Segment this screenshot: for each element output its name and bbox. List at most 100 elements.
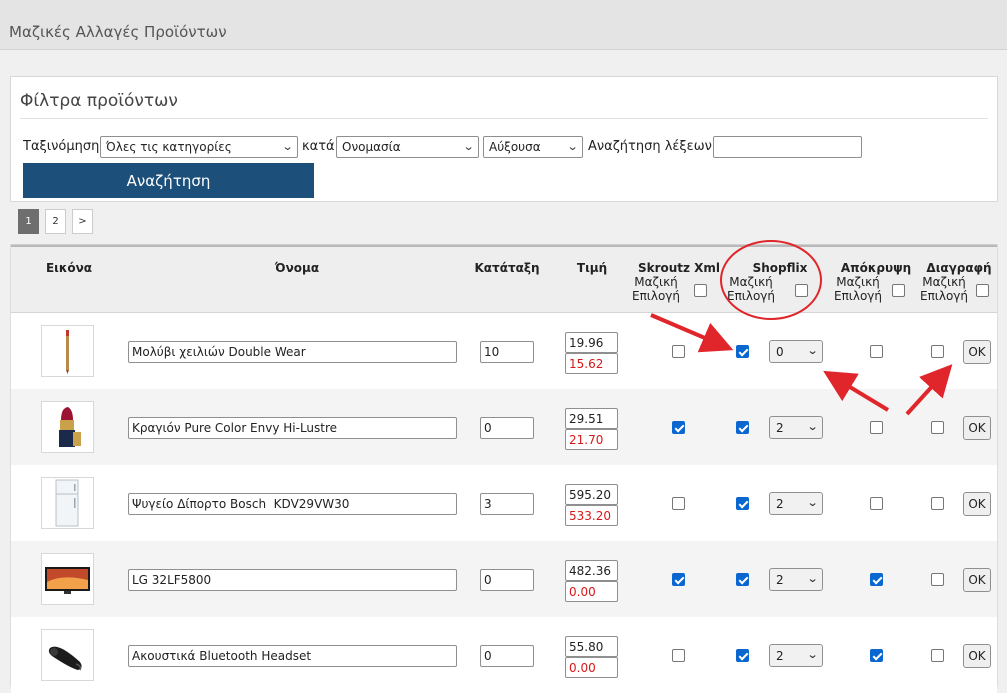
shopflix-checkbox[interactable] <box>736 421 749 434</box>
sort-field-select[interactable]: Ονομασία ⌄ <box>336 136 479 158</box>
bulk-label-line1: Μαζική <box>729 275 773 289</box>
lip-pencil-image <box>66 330 69 374</box>
table-row: Ψυγείο Δίπορτο Bosch KDV29VW30 3 595.20 … <box>11 465 997 541</box>
sale-price-input[interactable]: 533.20 <box>565 505 618 526</box>
shopflix-select-value: 2 <box>776 497 784 511</box>
product-name-input[interactable]: Κραγιόν Pure Color Envy Hi-Lustre <box>128 417 457 439</box>
product-name-input[interactable]: Ακουστικά Bluetooth Headset <box>128 645 457 667</box>
sale-price-input[interactable]: 0.00 <box>565 657 618 678</box>
page-title: Μαζικές Αλλαγές Προϊόντων <box>9 23 227 41</box>
delete-checkbox[interactable] <box>931 649 944 662</box>
filters-title: Φίλτρα προϊόντων <box>20 91 178 111</box>
rank-input[interactable]: 0 <box>480 645 534 667</box>
sort-label: Ταξινόμηση <box>23 139 100 154</box>
chevron-down-icon: ⌄ <box>281 140 294 153</box>
top-bar: Μαζικές Αλλαγές Προϊόντων <box>0 0 1007 50</box>
products-table: Εικόνα Όνομα Κατάταξη Τιμή Skroutz Xml S… <box>10 244 998 693</box>
shopflix-select[interactable]: 2 ⌄ <box>769 492 823 515</box>
sort-field-value: Ονομασία <box>342 140 401 154</box>
sort-order-select[interactable]: Αύξουσα ⌄ <box>483 136 583 158</box>
shopflix-select[interactable]: 0 ⌄ <box>769 340 823 363</box>
hide-checkbox[interactable] <box>870 649 883 662</box>
price-input[interactable]: 19.96 <box>565 332 618 353</box>
product-name-input[interactable]: Ψυγείο Δίπορτο Bosch KDV29VW30 <box>128 493 457 515</box>
ok-button[interactable]: OK <box>963 644 991 668</box>
table-row: Μολύβι χειλιών Double Wear 10 19.96 15.6… <box>11 313 997 389</box>
bluetooth-headset-image <box>48 646 82 671</box>
col-skroutz: Skroutz Xml <box>637 261 721 275</box>
lipstick-image <box>59 407 81 447</box>
sort-order-value: Αύξουσα <box>489 140 541 154</box>
hide-bulk-checkbox[interactable] <box>892 284 905 297</box>
ok-button[interactable]: OK <box>963 340 991 364</box>
by-label: κατά <box>302 139 335 154</box>
search-button[interactable]: Αναζήτηση <box>23 163 314 198</box>
table-header: Εικόνα Όνομα Κατάταξη Τιμή Skroutz Xml S… <box>11 245 997 313</box>
ok-button[interactable]: OK <box>963 492 991 516</box>
bulk-label-line2: Επιλογή <box>632 289 681 303</box>
shopflix-select-value: 2 <box>776 649 784 663</box>
sale-price-input[interactable]: 21.70 <box>565 429 618 450</box>
shopflix-checkbox[interactable] <box>736 497 749 510</box>
next-page-button[interactable]: > <box>72 209 93 234</box>
sale-price-input[interactable]: 0.00 <box>565 581 618 602</box>
shopflix-select-value: 2 <box>776 573 784 587</box>
skroutz-checkbox[interactable] <box>672 573 685 586</box>
tv-image <box>45 567 90 594</box>
col-image: Εικόνα <box>45 261 93 275</box>
delete-bulk-label: Μαζική Επιλογή <box>920 275 968 303</box>
skroutz-checkbox[interactable] <box>672 421 685 434</box>
skroutz-checkbox[interactable] <box>672 345 685 358</box>
shopflix-bulk-checkbox[interactable] <box>795 284 808 297</box>
price-input[interactable]: 55.80 <box>565 636 618 657</box>
bulk-label-line2: Επιλογή <box>920 289 969 303</box>
skroutz-bulk-checkbox[interactable] <box>694 284 707 297</box>
shopflix-bulk-label: Μαζική Επιλογή <box>727 275 775 303</box>
rank-input[interactable]: 3 <box>480 493 534 515</box>
ok-button[interactable]: OK <box>963 416 991 440</box>
shopflix-select-value: 2 <box>776 421 784 435</box>
skroutz-checkbox[interactable] <box>672 649 685 662</box>
shopflix-checkbox[interactable] <box>736 649 749 662</box>
col-price: Τιμή <box>576 261 608 275</box>
shopflix-select-value: 0 <box>776 345 784 359</box>
shopflix-select[interactable]: 2 ⌄ <box>769 568 823 591</box>
product-thumbnail <box>41 477 94 529</box>
keyword-label: Αναζήτηση λέξεων: <box>588 139 717 154</box>
ok-button[interactable]: OK <box>963 568 991 592</box>
product-name-input[interactable]: LG 32LF5800 <box>128 569 457 591</box>
rank-input[interactable]: 10 <box>480 341 534 363</box>
delete-bulk-checkbox[interactable] <box>976 284 989 297</box>
page-1-button[interactable]: 1 <box>18 209 39 234</box>
sale-price-input[interactable]: 15.62 <box>565 353 618 374</box>
hide-checkbox[interactable] <box>870 345 883 358</box>
bulk-label-line1: Μαζική <box>634 275 678 289</box>
rank-input[interactable]: 0 <box>480 417 534 439</box>
price-input[interactable]: 482.36 <box>565 560 618 581</box>
shopflix-select[interactable]: 2 ⌄ <box>769 416 823 439</box>
hide-checkbox[interactable] <box>870 573 883 586</box>
delete-checkbox[interactable] <box>931 497 944 510</box>
chevron-down-icon: ⌄ <box>806 648 819 661</box>
price-input[interactable]: 595.20 <box>565 484 618 505</box>
page-2-button[interactable]: 2 <box>45 209 66 234</box>
rank-input[interactable]: 0 <box>480 569 534 591</box>
shopflix-select[interactable]: 2 ⌄ <box>769 644 823 667</box>
keyword-input[interactable] <box>713 136 862 158</box>
col-rank: Κατάταξη <box>474 261 540 275</box>
hide-checkbox[interactable] <box>870 421 883 434</box>
skroutz-checkbox[interactable] <box>672 497 685 510</box>
delete-checkbox[interactable] <box>931 345 944 358</box>
shopflix-checkbox[interactable] <box>736 345 749 358</box>
delete-checkbox[interactable] <box>931 573 944 586</box>
category-select[interactable]: Όλες τις κατηγορίες ⌄ <box>100 136 298 158</box>
chevron-down-icon: ⌄ <box>462 140 475 153</box>
table-row: LG 32LF5800 0 482.36 0.00 2 ⌄ OK <box>11 541 997 617</box>
hide-checkbox[interactable] <box>870 497 883 510</box>
col-delete: Διαγραφή <box>926 261 992 275</box>
delete-checkbox[interactable] <box>931 421 944 434</box>
product-name-input[interactable]: Μολύβι χειλιών Double Wear <box>128 341 457 363</box>
table-row: Κραγιόν Pure Color Envy Hi-Lustre 0 29.5… <box>11 389 997 465</box>
shopflix-checkbox[interactable] <box>736 573 749 586</box>
price-input[interactable]: 29.51 <box>565 408 618 429</box>
